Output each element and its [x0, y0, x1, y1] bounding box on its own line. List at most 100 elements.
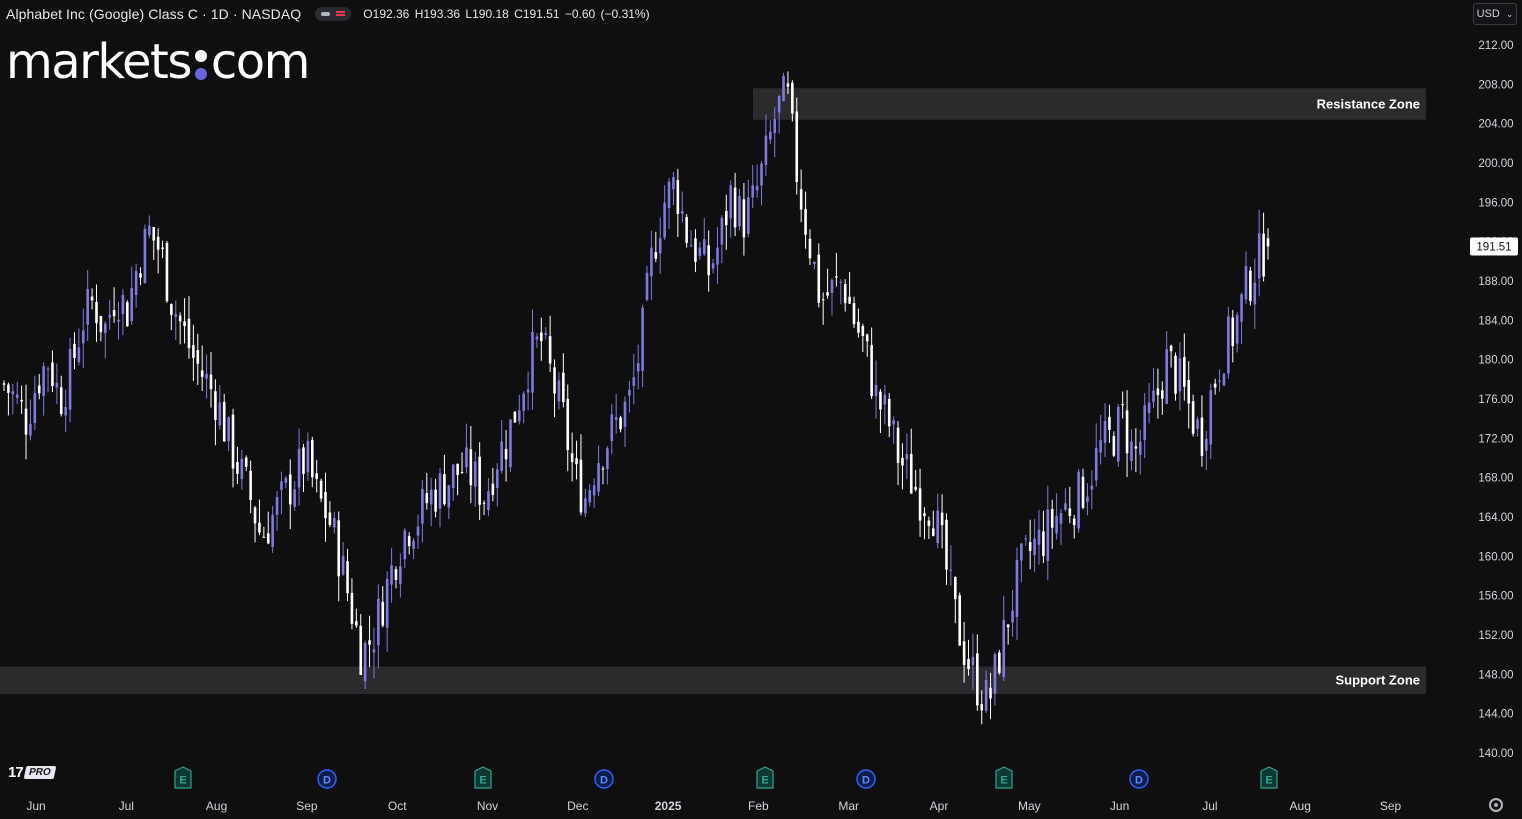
price-tick-label: 156.00	[1478, 591, 1513, 603]
change-value: −0.60 (−0.31%)	[564, 7, 650, 21]
candle-body	[55, 382, 59, 388]
event-label: D	[600, 775, 608, 787]
candle	[1209, 383, 1213, 460]
candle-body	[421, 489, 424, 524]
candle	[59, 375, 63, 417]
currency-selector[interactable]: USD ⌄	[1473, 3, 1517, 25]
candle	[1147, 382, 1151, 424]
candle	[333, 511, 336, 534]
candle	[156, 228, 160, 274]
candle-body	[231, 414, 235, 469]
candle-body	[469, 449, 473, 486]
candle-body	[1130, 441, 1133, 462]
candle-body	[716, 247, 719, 265]
candle-body	[672, 177, 675, 190]
candle-body	[936, 510, 939, 544]
candle	[90, 288, 94, 310]
candle	[64, 389, 67, 433]
candle-body	[1125, 410, 1129, 454]
price-tick-label: 148.00	[1478, 669, 1513, 681]
candle-body	[205, 373, 208, 379]
candle	[443, 454, 446, 506]
market-status-pill[interactable]	[315, 7, 352, 21]
candle-body	[544, 332, 548, 335]
candle-body	[447, 485, 451, 508]
candle-body	[319, 480, 323, 499]
candle-body	[1138, 441, 1142, 455]
close-label: C	[514, 7, 523, 21]
candle-body	[597, 463, 600, 492]
candle-body	[1227, 316, 1230, 374]
candle	[341, 542, 345, 576]
candle	[540, 317, 543, 361]
candle-body	[438, 473, 442, 509]
candle-body	[896, 427, 900, 463]
price-chart[interactable]: Resistance Zone Support Zone 212.00 208.00…	[0, 0, 1522, 819]
candle-body	[747, 197, 750, 234]
candle	[500, 420, 503, 474]
candle	[1134, 428, 1138, 473]
logo-left-text: markets	[6, 34, 192, 90]
time-tick-label: Nov	[477, 799, 498, 813]
candle-body	[1262, 233, 1265, 277]
candle	[760, 160, 763, 206]
candle-body	[931, 528, 935, 536]
candle	[553, 359, 556, 418]
candle	[641, 305, 644, 388]
candle	[909, 428, 913, 494]
candle-body	[940, 512, 944, 526]
candle	[513, 411, 517, 423]
tradingview-pro-badge[interactable]: 17 PRO	[8, 764, 56, 781]
candle-body	[359, 625, 363, 675]
candle-body	[760, 163, 763, 186]
chart-settings-icon[interactable]	[1489, 798, 1503, 812]
candle	[1178, 342, 1182, 411]
candle-body	[86, 289, 89, 325]
candle-body	[522, 393, 525, 411]
candle-body	[976, 653, 979, 706]
candle-body	[588, 490, 592, 503]
candle	[143, 224, 147, 284]
candle	[1200, 395, 1204, 467]
candle-body	[909, 453, 913, 494]
time-axis[interactable]: Jun Jul Aug Sep Oct Nov Dec 2025 Feb Mar Apr May Jun…	[26, 799, 1401, 813]
candle-body	[1191, 401, 1195, 434]
candle-body	[1165, 349, 1169, 404]
candle	[874, 360, 878, 419]
candle-body	[33, 393, 37, 424]
candle-body	[1081, 476, 1085, 508]
candle	[782, 72, 785, 102]
candle	[667, 178, 671, 229]
candle-body	[553, 367, 556, 394]
candle	[676, 169, 680, 237]
candle	[865, 333, 869, 357]
symbol-title[interactable]: Alphabet Inc (Google) Class C · 1D · NAS…	[6, 6, 301, 22]
candle-body	[310, 439, 314, 478]
candle-body	[1050, 509, 1054, 528]
time-tick-label: Aug	[206, 799, 227, 813]
candle	[1249, 266, 1252, 306]
candle	[1187, 361, 1191, 429]
candle	[346, 548, 349, 602]
candle-body	[1147, 402, 1151, 413]
price-axis[interactable]: 212.00208.00204.00200.00196.00192.00188.…	[1470, 40, 1518, 760]
candle-body	[103, 323, 107, 334]
candle	[108, 299, 112, 330]
candle-body	[77, 347, 81, 363]
candle	[29, 399, 32, 441]
candle	[1160, 381, 1164, 415]
candle-body	[112, 310, 116, 317]
candle-body	[887, 398, 891, 427]
candle	[399, 553, 402, 598]
candle-body	[64, 407, 67, 416]
candle	[716, 227, 719, 285]
candle	[747, 179, 750, 238]
candle	[1125, 390, 1129, 478]
candle	[86, 269, 89, 342]
candle-body	[1112, 435, 1116, 456]
candle-body	[1244, 265, 1248, 300]
markets-com-logo: markets com	[6, 32, 310, 92]
candle-body	[152, 227, 156, 241]
candle-body	[315, 473, 318, 479]
candle-body	[962, 641, 966, 665]
